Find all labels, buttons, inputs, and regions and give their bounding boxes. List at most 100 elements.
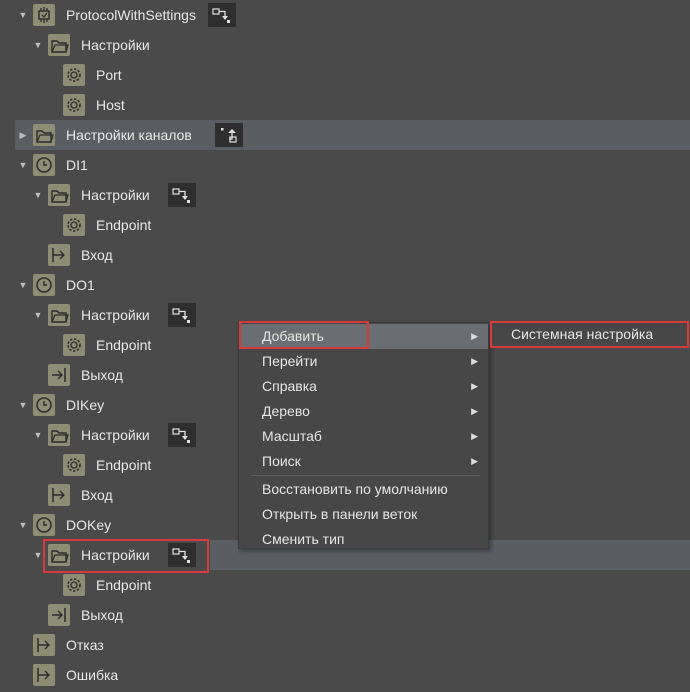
context-submenu: Системная настройка xyxy=(490,322,690,347)
clock-icon xyxy=(33,514,55,536)
menu-item[interactable]: Дерево ▶ xyxy=(239,399,488,424)
menu-item-label: Сменить тип xyxy=(262,531,345,547)
tree-node-label: Выход xyxy=(81,607,123,623)
gear-icon xyxy=(63,94,85,116)
expand-arrow-icon[interactable]: ▼ xyxy=(16,510,30,540)
gear-icon xyxy=(63,574,85,596)
expand-arrow-icon[interactable]: ▼ xyxy=(16,270,30,300)
tree-node-label: Настройки xyxy=(81,307,150,323)
tree-node-label: Endpoint xyxy=(96,577,152,593)
menu-item[interactable]: Сменить тип xyxy=(239,527,488,552)
add-icon[interactable] xyxy=(168,543,196,567)
tree-node-label: ProtocolWithSettings xyxy=(66,7,196,23)
gear-icon xyxy=(63,334,85,356)
tree-row[interactable]: ▼ ProtocolWithSettings xyxy=(0,0,690,30)
tree-node-label: DI1 xyxy=(66,157,88,173)
submenu-arrow-icon: ▶ xyxy=(471,431,478,441)
expand-arrow-icon[interactable]: ▼ xyxy=(31,540,45,570)
tree-node-label: Настройки xyxy=(81,187,150,203)
submenu-item[interactable]: Системная настройка xyxy=(490,322,690,347)
collapse-arrow-icon[interactable]: ▶ xyxy=(16,120,30,150)
expand-arrow-icon[interactable]: ▼ xyxy=(31,420,45,450)
tree-row[interactable]: ▼ Настройки xyxy=(0,180,690,210)
tree-row[interactable]: Выход xyxy=(0,600,690,630)
menu-item-label: Восстановить по умолчанию xyxy=(262,481,448,497)
tree-node-label: Выход xyxy=(81,367,123,383)
tree-node-label: Отказ xyxy=(66,637,104,653)
folder-icon xyxy=(48,304,70,326)
expand-arrow-icon[interactable]: ▼ xyxy=(16,150,30,180)
menu-item-label: Добавить xyxy=(262,328,324,344)
tree-node-label: Вход xyxy=(81,247,113,263)
add-icon[interactable] xyxy=(168,303,196,327)
clock-icon xyxy=(33,154,55,176)
tree-node-label: DOKey xyxy=(66,517,112,533)
tree-row[interactable]: Endpoint xyxy=(0,210,690,240)
submenu-arrow-icon: ▶ xyxy=(471,381,478,391)
menu-item-label: Открыть в панели веток xyxy=(262,506,418,522)
menu-item[interactable]: Восстановить по умолчанию xyxy=(239,477,488,502)
context-menu: Добавить ▶ Перейти ▶ Справка ▶ Дерево ▶ Масштаб ▶… xyxy=(238,322,489,549)
menu-item[interactable]: Справка ▶ xyxy=(239,374,488,399)
tree-node-label: Port xyxy=(96,67,122,83)
expand-arrow-icon[interactable]: ▼ xyxy=(16,390,30,420)
tree-row[interactable]: ▶ Настройки каналов xyxy=(15,120,690,150)
folder-icon xyxy=(48,34,70,56)
expand-arrow-icon[interactable]: ▼ xyxy=(31,30,45,60)
menu-item-label: Дерево xyxy=(262,403,310,419)
tree-row[interactable]: Отказ xyxy=(0,630,690,660)
menu-item[interactable]: Перейти ▶ xyxy=(239,349,488,374)
menu-separator xyxy=(251,475,480,476)
menu-item[interactable]: Добавить ▶ xyxy=(239,324,488,349)
menu-item[interactable]: Открыть в панели веток xyxy=(239,502,488,527)
tree-row[interactable]: Вход xyxy=(0,240,690,270)
tree-node-label: Endpoint xyxy=(96,217,152,233)
gear-icon xyxy=(63,214,85,236)
menu-item[interactable]: Масштаб ▶ xyxy=(239,424,488,449)
tree-node-label: DO1 xyxy=(66,277,95,293)
input-icon xyxy=(48,484,70,506)
menu-item-label: Справка xyxy=(262,378,317,394)
submenu-arrow-icon: ▶ xyxy=(471,456,478,466)
gear-icon xyxy=(63,64,85,86)
gear-icon xyxy=(63,454,85,476)
menu-item-label: Масштаб xyxy=(262,428,322,444)
submenu-arrow-icon: ▶ xyxy=(471,356,478,366)
expand-arrow-icon[interactable]: ▼ xyxy=(16,0,30,30)
output-icon xyxy=(48,364,70,386)
tree-row[interactable]: Endpoint xyxy=(0,570,690,600)
tree-node-label: Настройки каналов xyxy=(66,127,192,143)
add-icon[interactable] xyxy=(168,423,196,447)
input-icon xyxy=(48,244,70,266)
tree-row[interactable]: ▼ DO1 xyxy=(0,270,690,300)
tree-node-label: Настройки xyxy=(81,427,150,443)
submenu-arrow-icon: ▶ xyxy=(471,331,478,341)
output-icon xyxy=(48,604,70,626)
tree-node-label: Настройки xyxy=(81,547,150,563)
tree-row[interactable]: Host xyxy=(0,90,690,120)
folder-icon xyxy=(33,124,55,146)
tree-row[interactable]: ▼ Настройки xyxy=(0,30,690,60)
tree-node-label: Endpoint xyxy=(96,457,152,473)
tree-node-label: Ошибка xyxy=(66,667,119,683)
protocol-icon xyxy=(33,4,55,26)
menu-item-label: Поиск xyxy=(262,453,301,469)
tree-node-label: Endpoint xyxy=(96,337,152,353)
clock-icon xyxy=(33,394,55,416)
tree-row[interactable]: Ошибка xyxy=(0,660,690,690)
expand-arrow-icon[interactable]: ▼ xyxy=(31,180,45,210)
move-icon[interactable] xyxy=(215,123,243,147)
add-icon[interactable] xyxy=(168,183,196,207)
tree-node-label: DIKey xyxy=(66,397,105,413)
expand-arrow-icon[interactable]: ▼ xyxy=(31,300,45,330)
folder-icon xyxy=(48,424,70,446)
clock-icon xyxy=(33,274,55,296)
tree-row[interactable]: Port xyxy=(0,60,690,90)
submenu-arrow-icon: ▶ xyxy=(471,406,478,416)
folder-icon xyxy=(48,184,70,206)
add-icon[interactable] xyxy=(208,3,236,27)
tree-row[interactable]: ▼ DI1 xyxy=(0,150,690,180)
input-icon xyxy=(33,664,55,686)
menu-item[interactable]: Поиск ▶ xyxy=(239,449,488,474)
menu-item-label: Перейти xyxy=(262,353,318,369)
